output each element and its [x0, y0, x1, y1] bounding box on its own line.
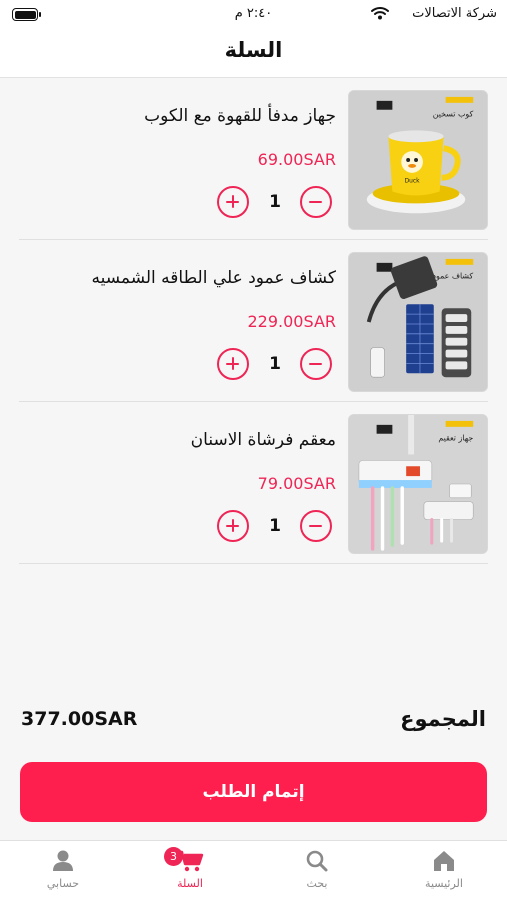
carrier-name: شركة الاتصالات	[412, 6, 497, 21]
home-icon	[434, 851, 454, 871]
decrease-quantity-button[interactable]	[300, 348, 332, 380]
quantity-value: 1	[269, 192, 281, 212]
increase-quantity-button[interactable]	[217, 348, 249, 380]
decrease-quantity-button[interactable]	[300, 510, 332, 542]
image-caption: كوب تسخين	[433, 110, 474, 119]
tab-label: بحث	[306, 877, 328, 890]
tab-label: السلة	[177, 877, 203, 890]
total-value: 377.00SAR	[21, 708, 138, 730]
tab-bar: الرئيسية بحث 3 السلة حسابي	[0, 840, 507, 900]
increase-quantity-button[interactable]	[217, 510, 249, 542]
header: السلة	[0, 30, 507, 78]
quantity-value: 1	[269, 354, 281, 374]
product-price: 69.00SAR	[257, 150, 336, 169]
search-icon	[306, 850, 328, 872]
cart-item: كوب تسخين Duck جهاز مدفأ للقهوة مع الكوب…	[19, 78, 488, 240]
page-title: السلة	[224, 38, 283, 62]
user-icon	[53, 850, 73, 871]
tab-home[interactable]: الرئيسية	[381, 841, 507, 900]
tab-label: الرئيسية	[425, 877, 463, 890]
product-name[interactable]: جهاز مدفأ للقهوة مع الكوب	[144, 106, 336, 126]
decrease-quantity-button[interactable]	[300, 186, 332, 218]
product-name[interactable]: معقم فرشاة الاسنان	[191, 430, 336, 450]
cart-count-badge: 3	[164, 847, 183, 866]
image-caption: جهاز تعقيم	[438, 434, 473, 443]
tab-label: حسابي	[46, 877, 80, 890]
product-image[interactable]: كوب تسخين Duck	[348, 90, 488, 230]
increase-quantity-button[interactable]	[217, 186, 249, 218]
product-price: 79.00SAR	[257, 474, 336, 493]
product-name[interactable]: كشاف عمود علي الطاقه الشمسيه	[91, 268, 336, 288]
cart-item: جهاز تعقيم معقم فرشاة الاسنان 79.00SAR 1	[19, 402, 488, 564]
checkout-button[interactable]: إتمام الطلب	[20, 762, 487, 822]
clock: ٢:٤٠ م	[234, 6, 273, 21]
total-label: المجموع	[400, 707, 486, 731]
image-brand: Duck	[405, 179, 421, 185]
battery-icon	[12, 8, 41, 21]
status-bar: شركة الاتصالات ٢:٤٠ م	[0, 0, 507, 30]
cart-list: كوب تسخين Duck جهاز مدفأ للقهوة مع الكوب…	[0, 78, 507, 564]
cart-item: كشاف عمود كشاف عمود علي الطاقه الشمسيه 2…	[19, 240, 488, 402]
product-price: 229.00SAR	[247, 312, 337, 331]
quantity-value: 1	[269, 516, 281, 536]
wifi-icon	[371, 5, 389, 24]
product-image[interactable]: جهاز تعقيم	[348, 414, 488, 554]
tab-account[interactable]: حسابي	[0, 841, 126, 900]
image-caption: كشاف عمود	[433, 272, 474, 281]
tab-search[interactable]: بحث	[254, 841, 380, 900]
tab-cart[interactable]: 3 السلة	[127, 841, 253, 900]
product-image[interactable]: كشاف عمود	[348, 252, 488, 392]
